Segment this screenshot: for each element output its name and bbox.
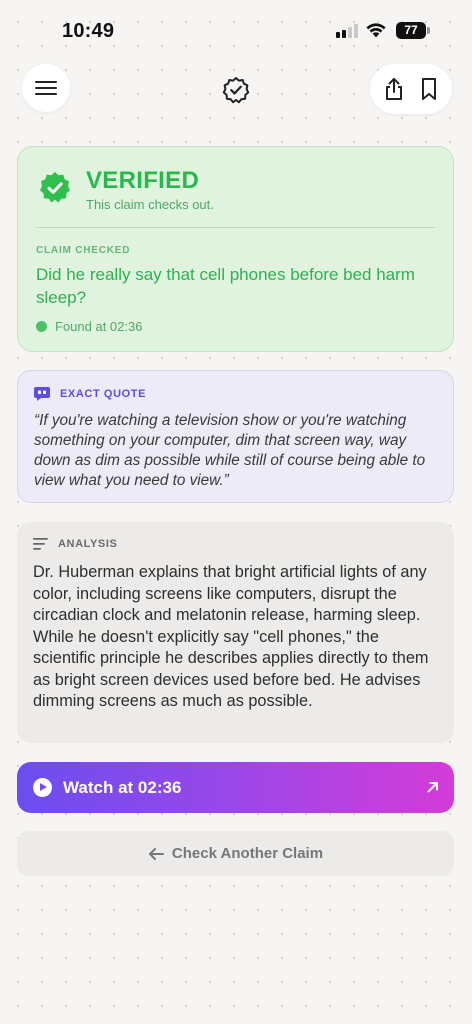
hamburger-icon [35,81,57,95]
share-icon [385,78,402,100]
bookmark-button[interactable] [416,76,442,102]
analysis-text: Dr. Huberman explains that bright artifi… [33,563,429,710]
claim-text: Did he really say that cell phones befor… [36,265,415,307]
found-at-timestamp: Found at 02:36 [36,319,142,334]
quote-header: EXACT QUOTE [34,387,146,401]
quote-bubble-icon [34,387,50,401]
analysis-card: ANALYSIS Dr. Huberman explains that brig… [17,522,454,743]
external-link-arrow-icon [427,782,438,793]
verified-check-icon [40,172,70,203]
header-actions [370,64,452,114]
verdict-subtitle: This claim checks out. [86,197,214,212]
analysis-header: ANALYSIS [33,538,117,550]
status-dot-icon [36,321,47,332]
battery-icon: 77 [396,22,430,39]
arrow-left-icon [148,847,164,860]
status-time: 10:49 [62,20,115,42]
verified-badge-icon [222,77,250,104]
watch-at-timestamp-button[interactable]: Watch at 02:36 [17,762,454,813]
share-button[interactable] [381,76,407,102]
quote-text: “If you're watching a television show or… [34,412,426,489]
status-bar: 10:49 77 [0,0,472,60]
wifi-icon [366,23,386,38]
watch-label: Watch at 02:36 [63,778,182,797]
check-another-claim-label: Check Another Claim [171,845,324,862]
claim-checked-label: CLAIM CHECKED [36,245,131,256]
play-icon [33,778,52,797]
text-lines-icon [33,538,48,550]
battery-level: 77 [396,22,426,39]
found-at-label: Found at 02:36 [55,319,143,334]
menu-button[interactable] [22,64,70,112]
check-another-claim-button[interactable]: Check Another Claim [17,831,454,876]
analysis-label: ANALYSIS [58,538,118,550]
bookmark-icon [421,78,436,100]
exact-quote-card: EXACT QUOTE “If you're watching a televi… [17,370,454,503]
divider [36,227,435,228]
cellular-signal-icon [336,24,358,38]
exact-quote-label: EXACT QUOTE [60,388,147,400]
verdict-title: VERIFIED [86,167,200,194]
verdict-card: VERIFIED This claim checks out. CLAIM CH… [17,146,454,352]
